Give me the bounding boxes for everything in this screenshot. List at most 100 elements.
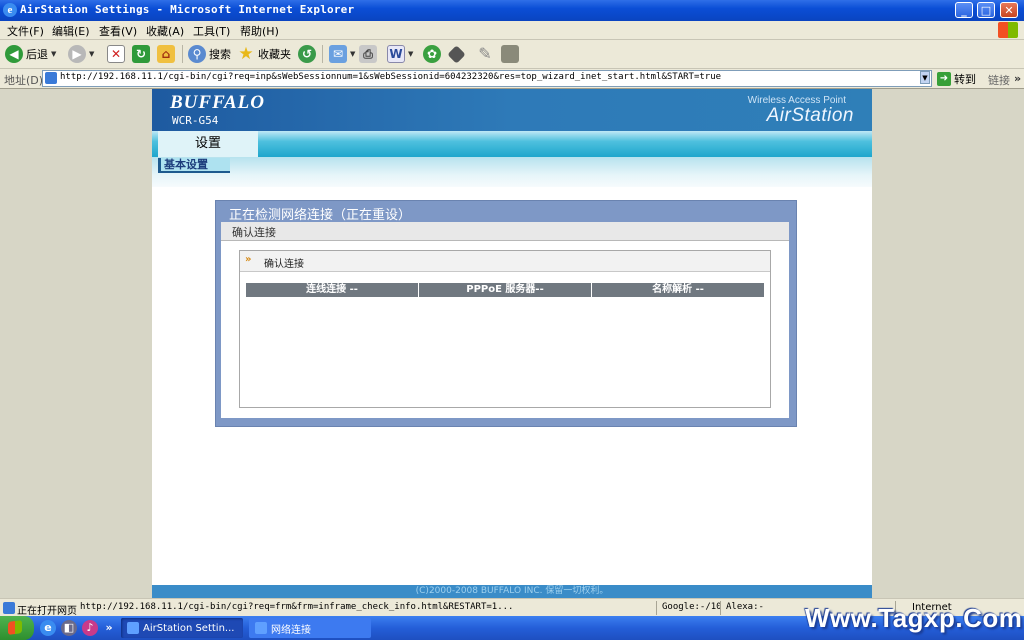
quicklaunch-more-icon[interactable]: » bbox=[103, 620, 115, 636]
print-button[interactable]: ⎙ bbox=[359, 44, 377, 64]
book-tool-icon bbox=[501, 45, 519, 63]
print-icon: ⎙ bbox=[359, 45, 377, 63]
check-header: » 确认连接 bbox=[240, 251, 770, 272]
address-label: 地址(D) bbox=[4, 74, 44, 87]
taskbar-item-airstation[interactable]: AirStation Settin... bbox=[121, 618, 243, 638]
search-label: 搜索 bbox=[209, 48, 231, 61]
status-text: 正在打开网页 bbox=[17, 606, 77, 617]
router-banner: BUFFALO WCR-G54 Wireless Access Point Ai… bbox=[152, 89, 872, 131]
history-button[interactable]: ↺ bbox=[298, 44, 316, 64]
double-chevron-icon: » bbox=[245, 254, 252, 265]
wizard-panel: 正在检测网络连接（正在重设） 确认连接 » 确认连接 连线连接 -- PPPoE… bbox=[215, 200, 797, 427]
address-input[interactable]: http://192.168.11.1/cgi-bin/cgi?req=inp&… bbox=[42, 70, 932, 87]
minimize-button[interactable]: _ bbox=[955, 2, 973, 18]
address-url: http://192.168.11.1/cgi-bin/cgi?req=inp&… bbox=[60, 72, 722, 82]
edit-button[interactable]: W ▼ bbox=[387, 44, 413, 64]
favorites-label: 收藏夹 bbox=[258, 48, 291, 61]
ie-task-icon bbox=[127, 622, 139, 634]
panel-subtitle-bar: 确认连接 bbox=[221, 222, 789, 241]
go-arrow-icon: ➜ bbox=[937, 72, 951, 86]
links-button[interactable]: 链接 bbox=[988, 72, 1010, 88]
stop-button[interactable]: ✕ bbox=[107, 44, 125, 64]
forward-button[interactable]: ▶ ▼ bbox=[68, 44, 94, 64]
quicklaunch-ie-icon[interactable]: e bbox=[40, 620, 56, 636]
address-dropdown-icon[interactable]: ▼ bbox=[920, 71, 930, 84]
mail-button[interactable]: ✉ ▼ bbox=[329, 44, 355, 64]
forward-arrow-icon: ▶ bbox=[68, 45, 86, 63]
check-header-text: 确认连接 bbox=[264, 259, 304, 270]
alexa-rank: Alexa:- bbox=[726, 602, 764, 612]
back-label: 后退 bbox=[26, 48, 48, 61]
maximize-button[interactable]: □ bbox=[977, 2, 995, 18]
connection-check-box: » 确认连接 连线连接 -- PPPoE 服务器-- 名称解析 -- bbox=[239, 250, 771, 408]
tool-button-diamond[interactable] bbox=[447, 44, 466, 64]
forward-dropdown-icon[interactable]: ▼ bbox=[89, 50, 94, 58]
go-label: 转到 bbox=[954, 73, 976, 86]
toolbar: ◀ 后退 ▼ ▶ ▼ ✕ ↻ ⌂ ⚲ 搜索 ★ 收藏夹 ↺ ✉ ▼ ⎙ W ▼ … bbox=[0, 40, 1024, 69]
page-icon bbox=[45, 72, 57, 84]
google-pagerank: Google:-/10 bbox=[662, 602, 722, 612]
messenger-icon: ✿ bbox=[423, 45, 441, 63]
toolbar-separator bbox=[322, 45, 323, 63]
ie-logo-icon: e bbox=[3, 3, 17, 17]
page-footer: (C)2000-2008 BUFFALO INC. 保留一切权利。 bbox=[152, 585, 872, 598]
refresh-icon: ↻ bbox=[132, 45, 150, 63]
tool-button-book[interactable] bbox=[501, 44, 519, 64]
panel-subtitle: 确认连接 bbox=[232, 226, 276, 239]
refresh-button[interactable]: ↻ bbox=[132, 44, 150, 64]
tab-bar: 设置 bbox=[152, 131, 872, 157]
edit-dropdown-icon[interactable]: ▼ bbox=[408, 50, 413, 58]
search-icon: ⚲ bbox=[188, 45, 206, 63]
messenger-button[interactable]: ✿ bbox=[423, 44, 441, 64]
toolbar-separator bbox=[182, 45, 183, 63]
favorites-star-icon: ★ bbox=[238, 44, 254, 64]
tool-button-feather[interactable]: ✎ bbox=[476, 44, 494, 64]
status-pppoe-server: PPPoE 服务器-- bbox=[419, 283, 591, 297]
taskbar-item-network[interactable]: 网络连接 bbox=[249, 618, 371, 638]
taskbar-item-label: AirStation Settin... bbox=[143, 622, 235, 634]
menu-help[interactable]: 帮助(H) bbox=[240, 23, 279, 39]
search-button[interactable]: ⚲ 搜索 bbox=[188, 44, 231, 64]
menu-file[interactable]: 文件(F) bbox=[7, 23, 44, 39]
menu-edit[interactable]: 编辑(E) bbox=[52, 23, 90, 39]
mail-icon: ✉ bbox=[329, 45, 347, 63]
go-button[interactable]: ➜ 转到 bbox=[937, 71, 976, 87]
product-name: AirStation bbox=[766, 105, 854, 126]
word-edit-icon: W bbox=[387, 45, 405, 63]
address-bar: 地址(D) http://192.168.11.1/cgi-bin/cgi?re… bbox=[0, 69, 1024, 89]
status-url: http://192.168.11.1/cgi-bin/cgi?req=frm&… bbox=[80, 602, 514, 612]
menu-favorites[interactable]: 收藏(A) bbox=[146, 23, 184, 39]
model-name: WCR-G54 bbox=[172, 114, 219, 127]
links-chevron-icon[interactable]: » bbox=[1014, 72, 1021, 85]
sub-navigation: 基本设置 bbox=[152, 157, 872, 187]
back-arrow-icon: ◀ bbox=[5, 45, 23, 63]
feather-tool-icon: ✎ bbox=[478, 44, 492, 63]
panel-title: 正在检测网络连接（正在重设） bbox=[229, 208, 412, 223]
close-button[interactable]: ✕ bbox=[1000, 2, 1018, 18]
back-dropdown-icon[interactable]: ▼ bbox=[51, 50, 56, 58]
menu-bar: 文件(F) 编辑(E) 查看(V) 收藏(A) 工具(T) 帮助(H) bbox=[0, 21, 1024, 40]
home-button[interactable]: ⌂ bbox=[157, 44, 175, 64]
loading-page-icon bbox=[3, 602, 15, 614]
tab-settings[interactable]: 设置 bbox=[158, 131, 258, 157]
status-divider bbox=[656, 601, 657, 615]
subnav-basic-settings[interactable]: 基本设置 bbox=[158, 158, 230, 173]
start-button[interactable] bbox=[0, 616, 34, 640]
status-name-resolution: 名称解析 -- bbox=[592, 283, 764, 297]
menu-tools[interactable]: 工具(T) bbox=[193, 23, 230, 39]
window-title: AirStation Settings - Microsoft Internet… bbox=[20, 3, 355, 16]
favorites-button[interactable]: ★ 收藏夹 bbox=[237, 44, 291, 64]
back-button[interactable]: ◀ 后退 ▼ bbox=[5, 44, 56, 64]
quicklaunch-media-icon[interactable]: ♪ bbox=[82, 620, 98, 636]
site-watermark: Www.Tagxp.Com bbox=[805, 603, 1023, 633]
network-task-icon bbox=[255, 622, 267, 634]
windows-logo-icon bbox=[998, 22, 1018, 38]
mail-dropdown-icon[interactable]: ▼ bbox=[350, 50, 355, 58]
panel-body: 确认连接 » 确认连接 连线连接 -- PPPoE 服务器-- 名称解析 -- bbox=[221, 222, 789, 418]
windows-flag-icon bbox=[8, 620, 22, 635]
menu-view[interactable]: 查看(V) bbox=[99, 23, 137, 39]
status-columns: 连线连接 -- PPPoE 服务器-- 名称解析 -- bbox=[246, 283, 764, 297]
status-line-connection: 连线连接 -- bbox=[246, 283, 418, 297]
quicklaunch-desktop-icon[interactable]: ◧ bbox=[61, 620, 77, 636]
home-icon: ⌂ bbox=[157, 45, 175, 63]
